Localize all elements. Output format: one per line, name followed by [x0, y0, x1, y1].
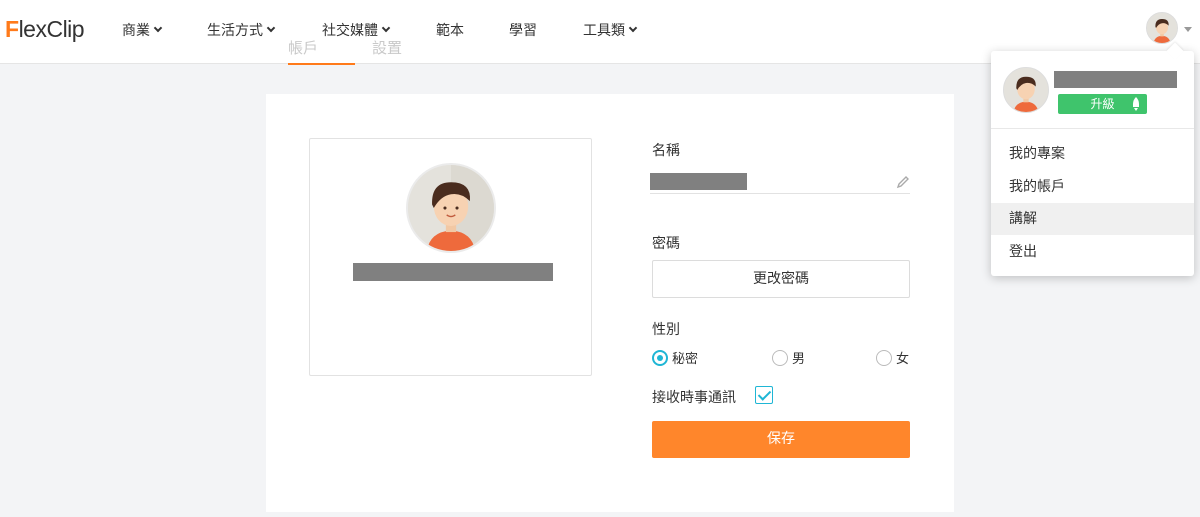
- nav-label: 商業: [122, 23, 150, 39]
- redacted-name-value[interactable]: [650, 173, 747, 190]
- header-avatar[interactable]: [1146, 12, 1178, 44]
- avatar-icon: [1147, 13, 1177, 43]
- radio-label: 女: [896, 352, 910, 367]
- profile-avatar[interactable]: [406, 163, 496, 253]
- nav-label: 工具類: [583, 23, 625, 39]
- gender-label: 性別: [652, 322, 680, 338]
- nav-label: 學習: [509, 23, 537, 39]
- upgrade-button[interactable]: 升級: [1058, 94, 1147, 114]
- avatar-icon: [408, 165, 494, 251]
- name-label: 名稱: [652, 143, 680, 159]
- pencil-icon[interactable]: [896, 175, 910, 189]
- tab-account[interactable]: 帳戶: [288, 37, 318, 58]
- redacted-dropdown-username: [1054, 71, 1177, 88]
- menu-my-projects[interactable]: 我的專案: [991, 138, 1194, 170]
- caret-down-icon[interactable]: [1184, 27, 1192, 32]
- active-tab-indicator: [288, 63, 355, 65]
- menu-my-account[interactable]: 我的帳戶: [991, 171, 1194, 203]
- gender-radio-male[interactable]: 男: [772, 348, 805, 367]
- upgrade-label: 升級: [1090, 97, 1115, 111]
- tab-settings[interactable]: 設置: [372, 37, 402, 58]
- account-card: 名稱 密碼 更改密碼 性別 秘密 男 女 接收時事通訊 保存: [266, 94, 954, 512]
- radio-label: 秘密: [672, 352, 699, 367]
- menu-logout[interactable]: 登出: [991, 236, 1194, 268]
- chevron-down-icon: [153, 23, 163, 33]
- save-button[interactable]: 保存: [652, 421, 910, 458]
- radio-icon: [876, 349, 892, 366]
- gender-radio-secret[interactable]: 秘密: [652, 348, 698, 367]
- nav-label: 生活方式: [207, 23, 263, 39]
- nav-templates[interactable]: 範本: [436, 20, 464, 40]
- nav-learn[interactable]: 學習: [509, 20, 537, 40]
- logo-mark: F: [5, 16, 19, 42]
- user-menu-dropdown: 升級 我的專案 我的帳戶 講解 登出: [991, 42, 1194, 276]
- logo-text: lexClip: [18, 16, 85, 42]
- menu-tutorials[interactable]: 講解: [991, 203, 1194, 235]
- newsletter-label: 接收時事通訊: [652, 390, 736, 406]
- avatar-icon: [1004, 68, 1048, 112]
- password-label: 密碼: [652, 236, 680, 252]
- dropdown-avatar: [1003, 67, 1049, 113]
- name-field-underline: [650, 193, 910, 194]
- nav-business[interactable]: 商業: [122, 20, 163, 40]
- redacted-username: [353, 263, 553, 281]
- radio-label: 男: [792, 352, 806, 367]
- nav-tools[interactable]: 工具類: [583, 20, 638, 40]
- change-password-button[interactable]: 更改密碼: [652, 260, 910, 298]
- gender-radio-female[interactable]: 女: [876, 348, 909, 367]
- chevron-down-icon: [266, 23, 276, 33]
- radio-selected-icon: [652, 349, 668, 366]
- flexclip-logo[interactable]: FlexClip: [5, 16, 85, 43]
- dropdown-divider: [991, 128, 1194, 129]
- nav-label: 範本: [436, 23, 464, 39]
- profile-avatar-panel: [309, 138, 592, 376]
- chevron-down-icon: [381, 23, 391, 33]
- nav-lifestyle[interactable]: 生活方式: [207, 20, 276, 40]
- chevron-down-icon: [628, 23, 638, 33]
- radio-icon: [772, 349, 788, 366]
- nav-label: 社交媒體: [322, 23, 378, 39]
- rocket-icon: [1133, 97, 1139, 111]
- newsletter-checkbox[interactable]: [755, 386, 773, 404]
